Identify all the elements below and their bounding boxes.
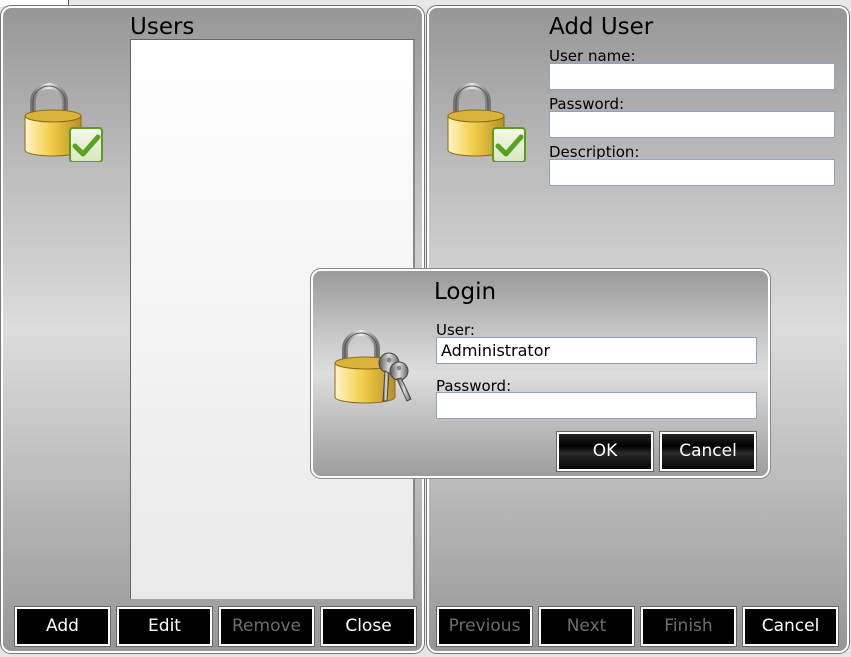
padlock-check-icon [24, 83, 103, 162]
description-label: Description: [549, 143, 640, 161]
edit-button[interactable]: Edit [116, 606, 213, 647]
login-password-field[interactable] [436, 392, 757, 419]
cancel-button[interactable]: Cancel [742, 606, 839, 647]
password-label: Password: [549, 95, 625, 113]
username-label: User name: [549, 47, 636, 65]
login-title: Login [434, 279, 497, 305]
close-button[interactable]: Close [320, 606, 417, 647]
previous-button[interactable]: Previous [436, 606, 533, 647]
add-user-title: Add User [549, 14, 654, 40]
next-button[interactable]: Next [538, 606, 635, 647]
padlock-check-icon [447, 83, 526, 162]
login-user-field[interactable]: Administrator [436, 337, 757, 364]
ok-button[interactable]: OK [556, 431, 654, 472]
users-title: Users [130, 14, 195, 40]
padlock-keys-icon [334, 330, 412, 404]
description-field[interactable] [549, 159, 835, 186]
login-user-label: User: [436, 321, 475, 339]
add-button[interactable]: Add [14, 606, 111, 647]
finish-button[interactable]: Finish [640, 606, 737, 647]
remove-button[interactable]: Remove [218, 606, 315, 647]
username-field[interactable] [549, 63, 835, 90]
login-cancel-button[interactable]: Cancel [659, 431, 757, 472]
login-dialog: Login User: Administrator Password: OK C… [310, 268, 771, 479]
password-field[interactable] [549, 111, 835, 138]
